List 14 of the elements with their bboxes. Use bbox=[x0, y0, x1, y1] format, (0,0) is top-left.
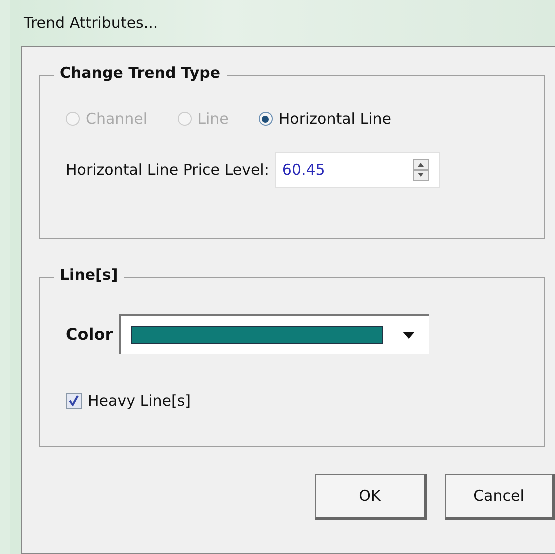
color-label: Color bbox=[66, 324, 114, 344]
group-title: Line[s] bbox=[54, 266, 124, 284]
checkmark-icon bbox=[68, 395, 80, 407]
caret-icon bbox=[403, 332, 416, 338]
price-level-label: Horizontal Line Price Level: bbox=[66, 161, 270, 179]
radio-option[interactable]: Horizontal Line bbox=[258, 110, 392, 128]
ok-button[interactable]: OK bbox=[315, 474, 427, 520]
heavy-lines-checkbox[interactable]: Heavy Line[s] bbox=[66, 392, 524, 410]
color-dropdown[interactable] bbox=[119, 314, 430, 354]
price-level-field[interactable]: 60.45 bbox=[275, 152, 440, 188]
window-title: Trend Attributes... bbox=[23, 13, 160, 34]
group-title: Change Trend Type bbox=[54, 64, 227, 82]
cancel-button[interactable]: Cancel bbox=[445, 474, 555, 520]
spin-arrows-icon[interactable] bbox=[413, 159, 430, 181]
